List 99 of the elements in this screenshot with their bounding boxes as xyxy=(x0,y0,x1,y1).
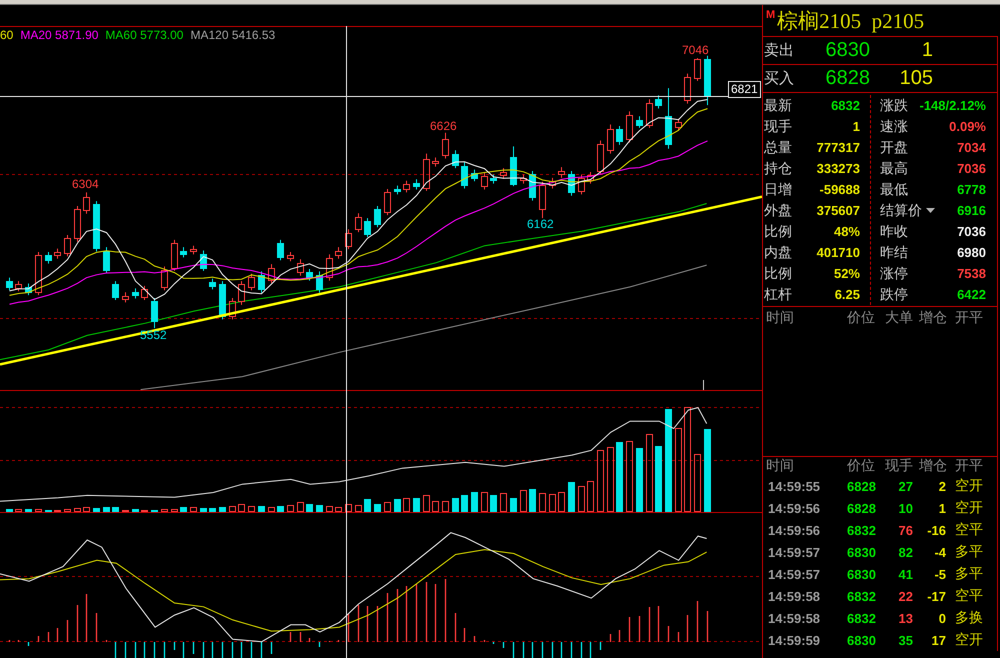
trade-price: 6832 xyxy=(847,522,877,538)
stat-value: 0.09% xyxy=(949,119,986,134)
ask-volume: 1 xyxy=(920,39,933,62)
trade-type: 空开 xyxy=(954,631,984,649)
trade-time: 14:59:58 xyxy=(768,588,822,604)
trade-volume: 13 xyxy=(898,610,913,626)
bid-price: 6828 xyxy=(824,67,870,90)
stat-value: 375607 xyxy=(816,203,860,218)
stat-value: 52% xyxy=(834,266,860,281)
stat-label: 最新 xyxy=(764,96,792,114)
trade-type: 空开 xyxy=(954,499,984,517)
stat-label: 持仓 xyxy=(764,160,792,178)
bid-volume: 105 xyxy=(898,67,933,90)
stat-value: 48% xyxy=(834,224,860,239)
stat-label: 日增 xyxy=(764,180,792,198)
column-header: 大单 xyxy=(885,309,914,327)
caret-down-icon[interactable] xyxy=(926,208,935,213)
stat-value: 1 xyxy=(852,119,860,134)
trade-type: 多平 xyxy=(954,565,984,583)
trade-type: 多平 xyxy=(954,543,984,561)
trade-position-change: -5 xyxy=(933,566,946,582)
trade-type: 空开 xyxy=(954,477,984,495)
trade-volume: 27 xyxy=(898,478,913,494)
market-flag-label: M xyxy=(766,9,776,21)
trade-time: 14:59:57 xyxy=(768,566,822,582)
trade-volume: 41 xyxy=(898,566,913,582)
ask-label: 卖出 xyxy=(764,41,795,60)
trade-price: 6830 xyxy=(847,566,877,582)
stat-label: 最低 xyxy=(880,180,908,198)
stat-label: 结算价 xyxy=(880,202,922,220)
trade-volume: 35 xyxy=(898,632,913,648)
stat-value: 6832 xyxy=(831,98,860,113)
stat-value: 6422 xyxy=(957,287,986,302)
stat-value: 401710 xyxy=(816,245,860,260)
column-header: 开平 xyxy=(955,457,984,475)
column-header: 时间 xyxy=(766,457,795,475)
stat-label: 现手 xyxy=(764,118,792,136)
column-header: 增仓 xyxy=(919,457,948,475)
trade-position-change: -16 xyxy=(926,522,946,538)
stat-label: 内盘 xyxy=(764,244,792,262)
column-header: 增仓 xyxy=(919,309,948,327)
contract-title: 棕榈2105 p2105 xyxy=(777,8,924,35)
stat-label: 涨停 xyxy=(880,264,908,282)
trade-position-change: 2 xyxy=(938,478,946,494)
ask-price: 6830 xyxy=(824,39,870,62)
stat-label: 总量 xyxy=(764,138,792,156)
trade-time: 14:59:57 xyxy=(768,544,822,560)
stat-value: 333273 xyxy=(816,161,860,176)
trade-position-change: 0 xyxy=(938,610,946,626)
trade-price: 6830 xyxy=(847,632,877,648)
stat-label: 比例 xyxy=(764,264,792,282)
trade-price: 6828 xyxy=(847,478,877,494)
stat-value: 7036 xyxy=(957,224,986,239)
column-header: 价位 xyxy=(847,457,876,475)
trade-price: 6830 xyxy=(847,544,877,560)
trade-price: 6832 xyxy=(847,610,877,626)
stat-value: 6.25 xyxy=(834,287,860,302)
trade-type: 空平 xyxy=(954,521,984,539)
stat-value: 7036 xyxy=(957,161,986,176)
trade-price: 6832 xyxy=(847,588,877,604)
stat-value: 777317 xyxy=(816,140,860,155)
column-header: 现手 xyxy=(885,457,914,475)
trade-volume: 76 xyxy=(898,522,913,538)
trade-position-change: 1 xyxy=(938,500,946,516)
trade-volume: 82 xyxy=(898,544,913,560)
stat-value: -148/2.12% xyxy=(920,98,986,113)
trade-volume: 22 xyxy=(898,588,913,604)
trade-time: 14:59:56 xyxy=(768,522,822,538)
stat-label: 速涨 xyxy=(880,118,908,136)
trade-position-change: 17 xyxy=(930,632,946,648)
trade-type: 多换 xyxy=(954,609,984,627)
stat-label: 比例 xyxy=(764,222,792,240)
trade-time: 14:59:55 xyxy=(768,478,822,494)
stat-label: 最高 xyxy=(880,160,908,178)
stat-value: 6980 xyxy=(957,245,986,260)
stat-value: -59688 xyxy=(820,182,860,197)
stat-value: 7034 xyxy=(957,140,986,155)
stat-value: 6916 xyxy=(957,203,986,218)
stat-label: 开盘 xyxy=(880,138,908,156)
trade-position-change: -17 xyxy=(926,588,946,604)
column-header: 开平 xyxy=(955,309,984,327)
column-header: 时间 xyxy=(766,309,795,327)
trade-time: 14:59:59 xyxy=(768,632,822,648)
stat-label: 跌停 xyxy=(880,286,908,304)
stat-label: 涨跌 xyxy=(880,96,908,114)
stat-label: 昨结 xyxy=(880,244,908,262)
trade-price: 6828 xyxy=(847,500,877,516)
trade-time: 14:59:58 xyxy=(768,610,822,626)
stat-label: 昨收 xyxy=(880,222,908,240)
column-header: 价位 xyxy=(847,309,876,327)
trade-volume: 10 xyxy=(898,500,913,516)
trade-type: 空平 xyxy=(954,587,984,605)
stat-value: 6778 xyxy=(957,182,986,197)
trade-position-change: -4 xyxy=(933,544,946,560)
stat-label: 杠杆 xyxy=(764,286,792,304)
stat-label: 外盘 xyxy=(764,202,792,220)
stat-value: 7538 xyxy=(957,266,986,281)
bid-label: 买入 xyxy=(764,69,795,88)
trade-time: 14:59:56 xyxy=(768,500,822,516)
